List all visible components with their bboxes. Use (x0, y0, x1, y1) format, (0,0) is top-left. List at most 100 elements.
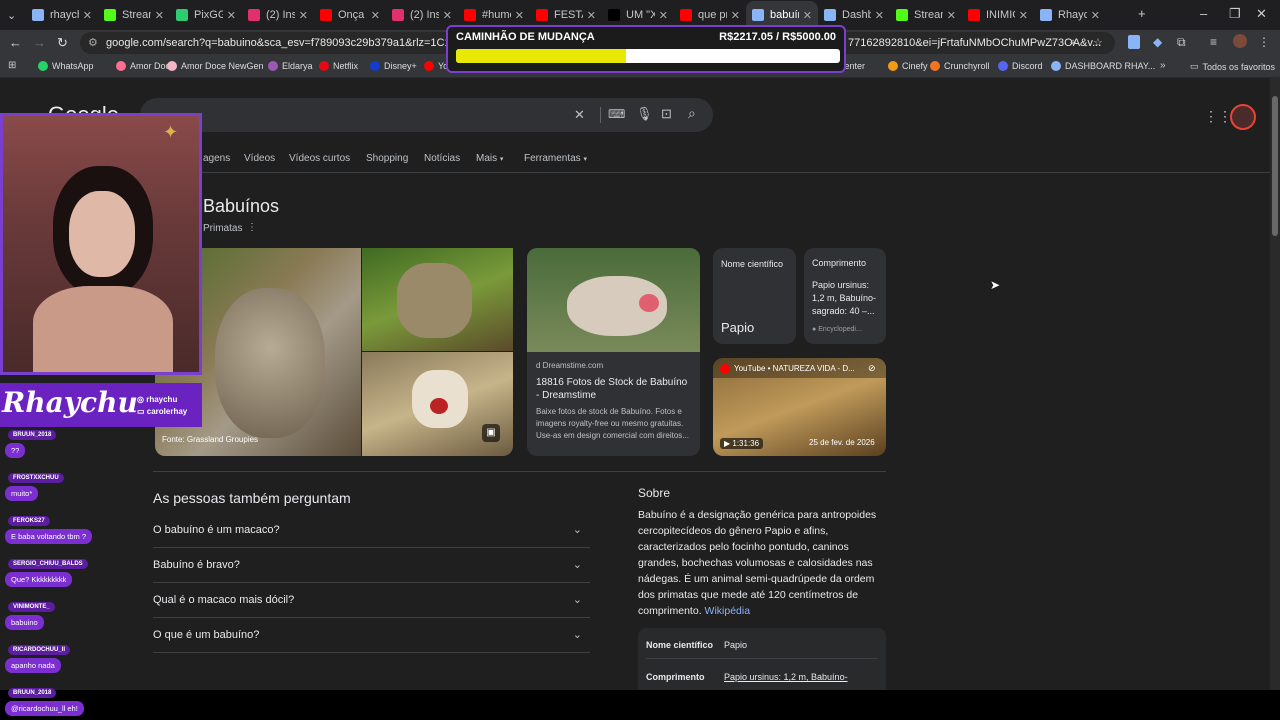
apps-grid-icon[interactable]: ⊞ (8, 60, 16, 71)
browser-tab[interactable]: rhaych ✕ (26, 1, 98, 29)
minimize-icon[interactable]: – (1200, 6, 1207, 21)
close-tab-icon[interactable]: ✕ (83, 9, 92, 22)
close-tab-icon[interactable]: ✕ (443, 9, 452, 22)
star-icon[interactable]: ☆ (1093, 32, 1103, 54)
profile-avatar[interactable] (1233, 34, 1247, 48)
extensions-icon[interactable]: ⧉ (1177, 35, 1186, 50)
search-box[interactable]: ✕ ⌨ 🎙 ⊡ ⌕ (140, 98, 713, 132)
back-icon[interactable]: ← (9, 35, 22, 50)
paa-question[interactable]: O babuíno é um macaco? ⌄ (153, 513, 590, 548)
new-tab-button[interactable]: + (1138, 6, 1146, 21)
tab-search-button[interactable]: ⌄ (0, 1, 26, 29)
page-scrollbar[interactable] (1270, 78, 1280, 690)
browser-tab[interactable]: Onça p ✕ (314, 1, 386, 29)
close-tab-icon[interactable]: ✕ (515, 9, 524, 22)
search-icon[interactable]: ⌕ (688, 105, 696, 122)
clear-search-icon[interactable]: ✕ (574, 107, 585, 123)
search-tab[interactable]: Ferramentas ▾ (524, 153, 587, 164)
close-tab-icon[interactable]: ✕ (227, 9, 236, 22)
close-tab-icon[interactable]: ✕ (371, 9, 380, 22)
lens-icon[interactable]: ⊡ (661, 106, 672, 122)
extension-gem-icon[interactable]: ◆ (1153, 35, 1162, 49)
scrollbar-thumb[interactable] (1272, 96, 1278, 236)
close-tab-icon[interactable]: ✕ (875, 9, 884, 22)
restore-icon[interactable]: ❐ (1229, 6, 1241, 22)
forward-icon[interactable]: → (33, 35, 46, 50)
bookmark-item[interactable]: Discord (998, 61, 1043, 71)
about-body: Babuíno é a designação genérica para ant… (638, 509, 877, 617)
result-card-dreamstime[interactable]: d Dreamstime.com 18816 Fotos de Stock de… (527, 248, 700, 456)
close-tab-icon[interactable]: ✕ (155, 9, 164, 22)
more-options-icon[interactable]: ⋮ (247, 222, 257, 233)
browser-tab[interactable]: PixGG ✕ (170, 1, 242, 29)
browser-tab[interactable]: INIMIG ✕ (962, 1, 1034, 29)
bookmark-item[interactable]: Disney+ (370, 61, 417, 71)
video-card[interactable]: YouTube • NATUREZA VIDA - D... ⊘ ▶ 1:31:… (713, 358, 886, 456)
close-tab-icon[interactable]: ✕ (947, 9, 956, 22)
bookmark-icon (998, 61, 1008, 71)
bookmark-item[interactable]: Eldarya (268, 61, 313, 71)
paa-question[interactable]: Babuíno é bravo? ⌄ (153, 548, 590, 583)
baboon-image-2[interactable] (362, 248, 513, 351)
search-tab[interactable]: agens (203, 153, 230, 164)
close-tab-icon[interactable]: ✕ (731, 9, 740, 22)
close-tab-icon[interactable]: ✕ (587, 9, 596, 22)
baboon-image-3[interactable]: ▣ (362, 352, 513, 456)
reload-icon[interactable]: ↻ (57, 35, 68, 51)
video-channel: YouTube • NATUREZA VIDA - D... (734, 364, 855, 373)
bookmark-item[interactable]: Yo (424, 61, 448, 71)
fact-value-len[interactable]: Papio ursinus: 1,2 m, Babuíno- (724, 672, 848, 682)
bookmark-item[interactable]: DASHBOARD RHAY... (1051, 61, 1155, 71)
bookmark-item[interactable]: WhatsApp (38, 61, 94, 71)
close-tab-icon[interactable]: ✕ (299, 9, 308, 22)
tab-label: INIMIG (986, 9, 1015, 21)
close-tab-icon[interactable]: ✕ (803, 9, 812, 22)
scientific-name-card[interactable]: Nome científico Papio (713, 248, 796, 344)
result-title[interactable]: 18816 Fotos de Stock de Babuíno - Dreams… (536, 376, 691, 402)
close-tab-icon[interactable]: ✕ (1091, 9, 1100, 22)
goal-title: CAMINHÃO DE MUDANÇA (456, 31, 595, 43)
paa-title: As pessoas também perguntam (153, 490, 351, 506)
search-tab[interactable]: Vídeos curtos (289, 153, 350, 164)
bookmark-item[interactable]: Netflix (319, 61, 358, 71)
keyboard-icon[interactable]: ⌨ (608, 107, 625, 121)
tab-favicon-icon (1040, 9, 1052, 21)
bookmark-item[interactable]: Cinefy (888, 61, 928, 71)
image-gallery-icon[interactable]: ▣ (482, 424, 500, 442)
account-avatar[interactable] (1230, 104, 1256, 130)
location-icon[interactable]: ⌖ (1070, 32, 1076, 54)
microphone-icon[interactable]: 🎙 (636, 106, 653, 122)
media-controls-icon[interactable]: ≡ (1210, 35, 1217, 49)
chat-username: FROSTXXCHUU (8, 473, 64, 483)
search-tab[interactable]: Mais ▾ (476, 153, 503, 164)
all-bookmarks[interactable]: ▭ Todos os favoritos (1190, 61, 1275, 72)
browser-tab[interactable]: (2) Insta ✕ (242, 1, 314, 29)
url-tail-text: 77162892810&ei=jFrtafuNMbOChuMPwZ73OA&v.… (848, 37, 1102, 49)
bookmark-item[interactable]: Crunchyroll (930, 61, 990, 71)
close-tab-icon[interactable]: ✕ (1019, 9, 1028, 22)
search-tab[interactable]: Vídeos (244, 153, 275, 164)
close-tab-icon[interactable]: ✕ (659, 9, 668, 22)
search-tab-label: Vídeos curtos (289, 153, 351, 164)
menu-icon[interactable]: ⋮ (1258, 35, 1270, 49)
fact-value-sci[interactable]: Papio (724, 640, 747, 650)
tab-label: (2) Insta (410, 9, 439, 21)
more-bookmarks-icon[interactable]: » (1160, 60, 1166, 71)
browser-tab[interactable]: (2) Insta ✕ (386, 1, 458, 29)
video-more-icon[interactable]: ⊘ (868, 363, 876, 374)
paa-question[interactable]: Qual é o macaco mais dócil? ⌄ (153, 583, 590, 618)
browser-tab[interactable]: Stream ✕ (890, 1, 962, 29)
bookmark-item[interactable]: Amor Doce NewGen (167, 61, 264, 71)
dreamstime-image[interactable] (527, 248, 700, 352)
length-card[interactable]: Comprimento Papio ursinus: 1,2 m, Babuín… (804, 248, 886, 344)
paa-question[interactable]: O que é um babuíno? ⌄ (153, 618, 590, 653)
search-tab[interactable]: Notícias (424, 153, 460, 164)
browser-tab[interactable]: Rhaych ✕ (1034, 1, 1106, 29)
wikipedia-link[interactable]: Wikipédia (705, 605, 751, 617)
chevron-down-icon: ⌄ (572, 524, 582, 536)
close-window-icon[interactable]: ✕ (1256, 6, 1267, 22)
download-icon[interactable] (1128, 35, 1140, 49)
browser-tab[interactable]: Stream ✕ (98, 1, 170, 29)
search-tab[interactable]: Shopping (366, 153, 408, 164)
site-info-icon[interactable]: ⚙ (88, 32, 98, 54)
